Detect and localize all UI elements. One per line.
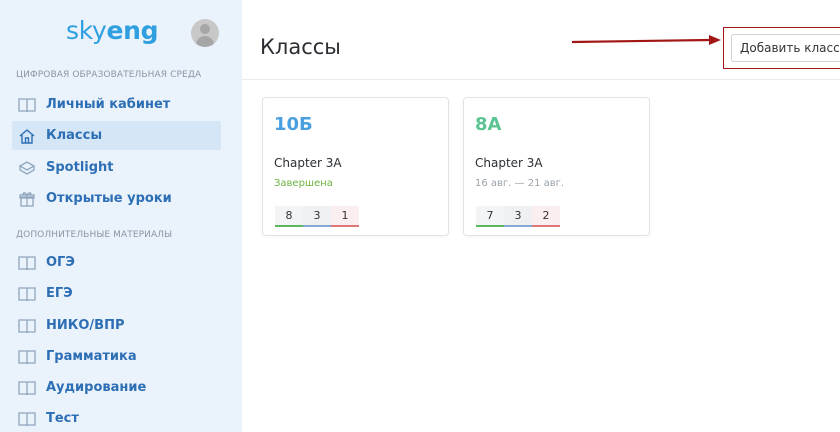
sidebar-item-label: Классы (46, 128, 103, 143)
book-icon (18, 348, 36, 366)
sidebar: skyeng Цифровая образовательная среда Ли… (0, 0, 242, 432)
class-card-10b[interactable]: 10Б Chapter 3A Завершена 8 3 1 (262, 97, 449, 236)
avatar[interactable] (191, 19, 219, 47)
sidebar-item-label: Spotlight (46, 160, 114, 175)
sidebar-item-personal-cabinet[interactable]: Личный кабинет (12, 90, 221, 119)
stat-green: 7 (476, 206, 504, 227)
sidebar-item-niko-vpr[interactable]: НИКО/ВПР (12, 311, 221, 340)
class-stats: 8 3 1 (275, 206, 359, 227)
sidebar-item-label: Грамматика (46, 349, 137, 364)
section-title-digital: Цифровая образовательная среда (16, 70, 202, 80)
sidebar-item-label: ОГЭ (46, 255, 75, 270)
book-icon (18, 254, 36, 272)
class-card-8a[interactable]: 8А Chapter 3A 16 авг. — 21 авг. 7 3 2 (463, 97, 650, 236)
stat-blue: 3 (303, 206, 331, 227)
add-class-button[interactable]: Добавить класс (731, 34, 840, 62)
section-title-additional: Дополнительные материалы (16, 230, 173, 240)
sidebar-item-label: НИКО/ВПР (46, 318, 125, 333)
sidebar-item-ege[interactable]: ЕГЭ (12, 279, 221, 308)
sidebar-item-spotlight[interactable]: Spotlight (12, 153, 221, 182)
sidebar-item-open-lessons[interactable]: Открытые уроки (12, 184, 221, 213)
stat-green: 8 (275, 206, 303, 227)
chapter-title: Chapter 3A (274, 156, 342, 170)
sidebar-item-label: Аудирование (46, 380, 147, 395)
sidebar-item-label: Личный кабинет (46, 97, 171, 112)
class-stats: 7 3 2 (476, 206, 560, 227)
sidebar-item-listening[interactable]: Аудирование (12, 373, 221, 402)
gift-icon (18, 190, 36, 208)
page-title: Классы (260, 35, 341, 59)
book-icon (18, 410, 36, 428)
book-icon (18, 317, 36, 335)
sidebar-item-test[interactable]: Тест (12, 404, 221, 432)
sidebar-item-oge[interactable]: ОГЭ (12, 248, 221, 277)
home-icon (18, 127, 36, 145)
status-text: 16 авг. — 21 авг. (475, 178, 565, 189)
sidebar-item-grammar[interactable]: Грамматика (12, 342, 221, 371)
book-icon (18, 285, 36, 303)
logo-row: skyeng (0, 10, 242, 56)
sidebar-item-label: Тест (46, 411, 79, 426)
skyeng-logo[interactable]: skyeng (66, 16, 159, 45)
sidebar-item-label: ЕГЭ (46, 286, 73, 301)
class-name: 10Б (274, 114, 313, 135)
book-icon (18, 379, 36, 397)
stat-red: 1 (331, 206, 359, 227)
class-name: 8А (475, 114, 502, 135)
header: Классы Добавить класс (242, 0, 840, 80)
sidebar-item-label: Открытые уроки (46, 191, 172, 206)
stat-blue: 3 (504, 206, 532, 227)
sidebar-item-classes[interactable]: Классы (12, 121, 221, 150)
annotation-arrow-icon (572, 35, 721, 45)
status-text: Завершена (274, 178, 333, 189)
stat-red: 2 (532, 206, 560, 227)
chapter-title: Chapter 3A (475, 156, 543, 170)
book-icon (18, 96, 36, 114)
spotlight-icon (18, 159, 36, 177)
